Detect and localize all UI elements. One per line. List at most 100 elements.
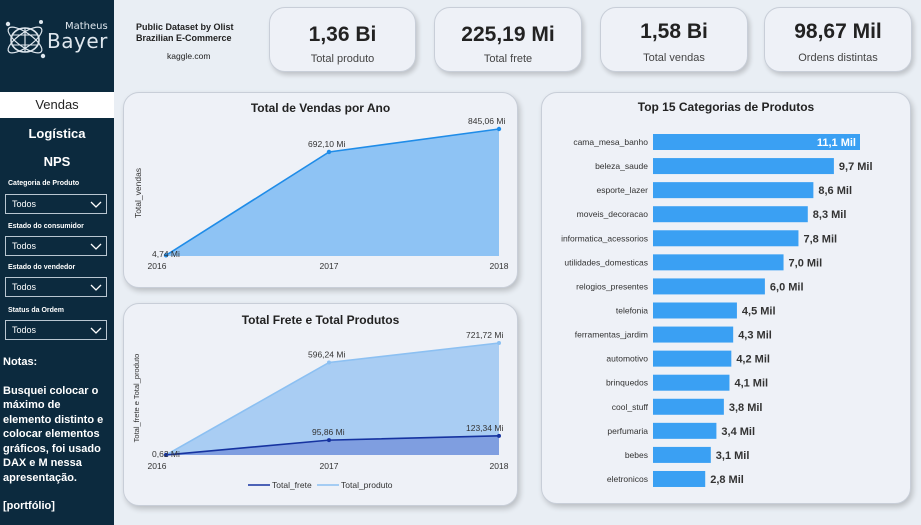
bar-moveis_decoracao — [653, 206, 808, 223]
category-label: telefonia — [616, 305, 648, 315]
category-label: informatica_acessorios — [561, 233, 648, 243]
filter-label-categoria: Categoria de Produto — [8, 180, 80, 187]
kpi-label: Ordens distintas — [798, 52, 878, 64]
kpi-card-ordens-distintas: 98,67 Mil Ordens distintas — [764, 7, 912, 72]
bar-esporte_lazer — [653, 182, 814, 199]
filter-value-estado-vendedor: Todos — [12, 282, 37, 292]
kpi-value: 225,19 Mi — [461, 23, 555, 46]
vendas-data-label-2016: 4,74 Mi — [152, 249, 180, 259]
legend-label-frete: Total_frete — [272, 480, 312, 490]
chevron-down-icon — [90, 284, 102, 291]
bar-utilidades_domesticas — [653, 254, 784, 271]
chart-panel-frete-produtos: Total Frete e Total Produtos 596,24 Mi 72… — [123, 303, 518, 506]
nav-nps[interactable]: NPS — [0, 149, 114, 175]
chevron-down-icon — [90, 243, 102, 250]
bar-cool_stuff — [653, 398, 724, 415]
bar-bebes — [653, 446, 711, 463]
category-label: bebes — [625, 450, 648, 460]
filter-label-estado-vendedor: Estado do vendedor — [8, 264, 76, 271]
filter-value-status-ordem: Todos — [12, 325, 37, 335]
kpi-value: 98,67 Mil — [794, 20, 882, 43]
filter-value-categoria: Todos — [12, 199, 37, 209]
portfolio-link[interactable]: [portfólio] — [3, 499, 111, 514]
kpi-card-total-vendas: 1,58 Bi Total vendas — [600, 7, 748, 72]
category-label: relogios_presentes — [576, 281, 648, 291]
notes: Notas: Busquei colocar o máximo de eleme… — [3, 355, 111, 514]
dataset-info: Public Dataset by Olist Brazilian E-Comm… — [136, 22, 256, 62]
category-label: eletronicos — [607, 474, 648, 484]
bar-telefonia — [653, 302, 737, 319]
produto-data-label-2017: 596,24 Mi — [308, 349, 345, 359]
produto-data-label-2018: 721,72 Mi — [466, 330, 503, 340]
x-tick-2017: 2017 — [320, 461, 339, 471]
kpi-label: Total vendas — [643, 52, 705, 64]
bar-value-label: 9,7 Mil — [839, 161, 873, 173]
bar-brinquedos — [653, 374, 730, 391]
filter-select-status-ordem[interactable]: Todos — [5, 320, 107, 340]
kpi-value: 1,58 Bi — [640, 20, 708, 43]
nav-logistica[interactable]: Logística — [0, 121, 114, 147]
logo: Matheus Bayer — [0, 0, 114, 90]
frete-data-label-2018: 123,34 Mi — [466, 423, 503, 433]
bar-value-label: 3,8 Mil — [729, 402, 763, 414]
bar-value-label: 7,0 Mil — [789, 257, 823, 269]
category-label: beleza_saude — [595, 161, 648, 171]
bar-value-label: 2,8 Mil — [710, 474, 744, 486]
vendas-point-2018 — [496, 126, 502, 132]
x-tick-2018: 2018 — [490, 261, 509, 271]
nav-vendas[interactable]: Vendas — [0, 92, 114, 118]
kpi-card-total-frete: 225,19 Mi Total frete — [434, 7, 582, 72]
filter-label-estado-consumidor: Estado do consumidor — [8, 223, 84, 230]
bar-value-label: 8,3 Mil — [813, 209, 847, 221]
bar-automotivo — [653, 350, 732, 367]
bar-value-label: 8,6 Mil — [818, 185, 852, 197]
frete-point-2017 — [327, 438, 331, 443]
bar-informatica_acessorios — [653, 230, 799, 247]
vendas-data-label-2017: 692,10 Mi — [308, 139, 345, 149]
filter-select-categoria[interactable]: Todos — [5, 194, 107, 214]
bar-value-label: 6,0 Mil — [770, 281, 804, 293]
produto-point-2017 — [327, 360, 331, 365]
legend-label-produto: Total_produto — [341, 480, 393, 490]
bar-value-label: 4,2 Mil — [736, 354, 770, 366]
dataset-title-line1: Public Dataset by Olist — [136, 22, 234, 32]
vendas-area-chart: 4,74 Mi 692,10 Mi 845,06 Mi 2016 2017 2018 Tot… — [133, 116, 509, 271]
frete-data-label-2016: 0,62 Mi — [152, 449, 180, 459]
chart-panel-top-categorias: Top 15 Categorias de Produtos cama_mesa_… — [541, 92, 911, 504]
category-label: brinquedos — [606, 378, 648, 388]
filter-select-estado-consumidor[interactable]: Todos — [5, 236, 107, 256]
logo-last-name: Bayer — [47, 29, 108, 53]
category-label: automotivo — [606, 354, 648, 364]
dataset-title-line2: Brazilian E-Commerce — [136, 33, 232, 43]
vendas-data-label-2018: 845,06 Mi — [468, 116, 505, 126]
bar-perfumaria — [653, 422, 717, 439]
frete-produto-area-chart: 596,24 Mi 721,72 Mi 0,62 Mi 95,86 Mi 123,34 … — [132, 330, 509, 490]
filter-value-estado-consumidor: Todos — [12, 241, 37, 251]
vendas-point-2017 — [326, 149, 332, 155]
bar-value-label: 4,3 Mil — [738, 330, 772, 342]
bar-beleza_saude — [653, 158, 834, 175]
category-label: perfumaria — [607, 426, 648, 436]
bar-value-label: 11,1 Mil — [817, 137, 856, 149]
category-label: cama_mesa_banho — [573, 137, 648, 147]
bar-value-label: 3,4 Mil — [721, 426, 755, 438]
chevron-down-icon — [90, 201, 102, 208]
kpi-label: Total frete — [483, 53, 533, 65]
bar-ferramentas_jardim — [653, 326, 734, 343]
notes-title: Notas: — [3, 356, 38, 368]
bar-value-label: 4,1 Mil — [734, 378, 768, 390]
kpi-card-total-produto: 1,36 Bi Total produto — [269, 7, 416, 72]
category-label: ferramentas_jardim — [575, 330, 648, 340]
category-label: utilidades_domesticas — [564, 257, 648, 267]
categorias-bar-chart: cama_mesa_banho 11,1 Mil beleza_saude 9,7 M… — [561, 134, 873, 487]
notes-text: Busquei colocar o máximo de elemento dis… — [3, 384, 104, 484]
category-label: moveis_decoracao — [577, 209, 649, 219]
y-axis-label: Total_frete e Total_produto — [132, 354, 141, 443]
frete-data-label-2017: 95,86 Mi — [312, 427, 345, 437]
filter-select-estado-vendedor[interactable]: Todos — [5, 277, 107, 297]
category-label: esporte_lazer — [596, 185, 648, 195]
x-tick-2016: 2016 — [148, 461, 167, 471]
x-tick-2016: 2016 — [148, 261, 167, 271]
bar-relogios_presentes — [653, 278, 765, 295]
brain-logo-icon — [5, 20, 46, 59]
